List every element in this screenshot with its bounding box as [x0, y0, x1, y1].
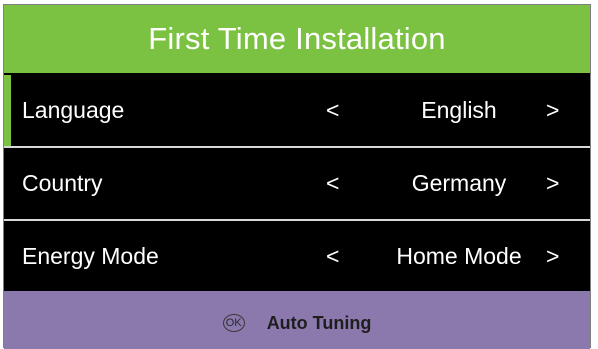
energy-mode-label: Energy Mode [22, 242, 159, 269]
ok-button-icon[interactable]: OK [222, 314, 245, 332]
language-next-arrow[interactable]: > [546, 75, 559, 145]
energy-mode-setting-row[interactable]: Energy Mode < Home Mode > [4, 221, 590, 291]
installation-dialog: First Time Installation Language < Engli… [3, 4, 591, 349]
language-label: Language [22, 96, 125, 123]
language-prev-arrow[interactable]: < [326, 75, 339, 145]
language-value: English [421, 96, 497, 123]
country-next-arrow[interactable]: > [546, 148, 559, 218]
dialog-title: First Time Installation [4, 5, 590, 73]
energy-mode-prev-arrow[interactable]: < [326, 221, 339, 291]
country-label: Country [22, 169, 103, 196]
language-setting-row[interactable]: Language < English > [4, 75, 590, 145]
energy-mode-next-arrow[interactable]: > [546, 221, 559, 291]
country-prev-arrow[interactable]: < [326, 148, 339, 218]
country-value: Germany [411, 169, 507, 196]
auto-tuning-action[interactable]: Auto Tuning [267, 313, 372, 334]
footer-bar: OK Auto Tuning [4, 291, 590, 349]
energy-mode-value: Home Mode [396, 242, 522, 269]
country-setting-row[interactable]: Country < Germany > [4, 148, 590, 218]
